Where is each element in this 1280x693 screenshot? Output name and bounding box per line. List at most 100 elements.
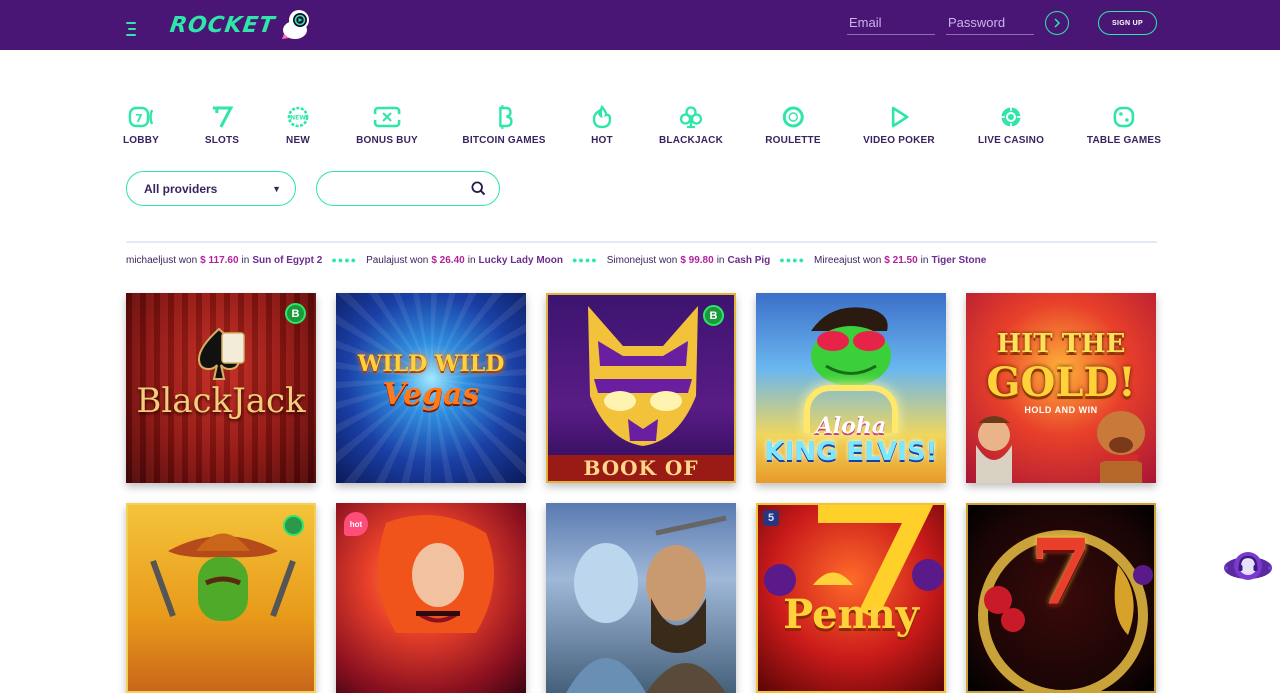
bonus-buy-icon bbox=[372, 106, 402, 128]
ticker-amount: $ 26.40 bbox=[431, 254, 465, 266]
support-chat-icon[interactable] bbox=[1222, 548, 1274, 588]
bitcoin-icon bbox=[498, 105, 513, 129]
ticker-in: in bbox=[716, 254, 725, 266]
password-field[interactable] bbox=[946, 11, 1034, 35]
provider-select[interactable]: All providers ▼ bbox=[126, 171, 296, 206]
game-title-line1: WILD WILD bbox=[357, 351, 505, 377]
game-search bbox=[316, 171, 500, 206]
logo-text: ROCKET bbox=[168, 12, 277, 38]
category-label: NEW bbox=[286, 135, 310, 146]
signup-button[interactable]: SIGN UP bbox=[1098, 11, 1157, 35]
game-tile-cactus-cowboy[interactable] bbox=[126, 503, 316, 693]
category-label: SLOTS bbox=[204, 135, 240, 146]
ticker-text: just won bbox=[160, 254, 198, 266]
ticker-separator: ●●●● bbox=[571, 255, 598, 265]
ticker-user: Mireea bbox=[814, 254, 845, 266]
hamburger-menu-icon[interactable] bbox=[126, 22, 138, 38]
cactus-cowboy-icon bbox=[150, 533, 296, 621]
email-field[interactable] bbox=[847, 11, 935, 35]
winners-ticker: michael just won $ 117.60 in Sun of Egypt… bbox=[126, 253, 986, 267]
game-tile-hit-the-gold[interactable]: HIT THE GOLD! HOLD AND WIN bbox=[966, 293, 1156, 483]
category-label: LOBBY bbox=[123, 135, 159, 146]
search-input[interactable] bbox=[331, 179, 471, 199]
goddess-character-icon bbox=[378, 515, 494, 633]
svg-text:7: 7 bbox=[135, 112, 143, 125]
chevron-right-icon bbox=[1054, 18, 1061, 28]
ticker-in: in bbox=[241, 254, 250, 266]
game-tile-aloha-king-elvis[interactable]: Aloha KING ELVIS! bbox=[756, 293, 946, 483]
game-tile-lucky-seven[interactable]: 7 bbox=[966, 503, 1156, 693]
category-label: ROULETTE bbox=[765, 135, 821, 146]
ticker-user: michael bbox=[126, 254, 161, 266]
game-title: BOOK OF CATS bbox=[548, 455, 734, 481]
chevron-down-icon: ▼ bbox=[272, 183, 281, 194]
ticker-separator: ●●●● bbox=[331, 255, 358, 265]
ticker-amount: $ 117.60 bbox=[200, 254, 239, 266]
category-roulette[interactable]: ROULETTE bbox=[765, 104, 821, 150]
game-title: 7 bbox=[1029, 519, 1093, 625]
game-title: Penny bbox=[783, 591, 919, 638]
miner-character-icon bbox=[976, 416, 1012, 483]
five-badge: 5 bbox=[763, 510, 779, 526]
ticker-game-link[interactable]: Cash Pig bbox=[727, 255, 770, 266]
seven-icon bbox=[213, 106, 234, 128]
play-icon bbox=[891, 106, 909, 128]
category-label: BLACKJACK bbox=[658, 135, 724, 146]
ticker-game-link[interactable]: Sun of Egypt 2 bbox=[252, 255, 322, 266]
warriors-character-icon bbox=[566, 515, 727, 693]
game-tile-fire-goddess[interactable]: hot bbox=[336, 503, 526, 693]
bitcoin-badge-icon bbox=[283, 515, 304, 536]
ticker-game-link[interactable]: Tiger Stone bbox=[931, 255, 986, 266]
category-bonus-buy[interactable]: BONUS BUY bbox=[356, 104, 418, 150]
game-title-line1: HIT THE bbox=[996, 329, 1126, 359]
category-blackjack[interactable]: BLACKJACK bbox=[659, 104, 723, 150]
svg-text:NEW: NEW bbox=[290, 115, 306, 122]
category-bitcoin-games[interactable]: BITCOIN GAMES bbox=[462, 104, 545, 150]
ticker-text: just won bbox=[640, 254, 678, 266]
hot-badge: hot bbox=[344, 512, 368, 536]
rocket-logo[interactable]: ROCKET bbox=[168, 6, 313, 44]
chip-icon bbox=[1001, 107, 1021, 127]
login-button[interactable] bbox=[1045, 11, 1069, 35]
game-title: BlackJack bbox=[136, 381, 306, 421]
ticker-in: in bbox=[467, 254, 476, 266]
ticker-amount: $ 21.50 bbox=[884, 254, 918, 266]
category-label: VIDEO POKER bbox=[863, 135, 935, 146]
game-tile-wild-wild-vegas[interactable]: WILD WILD Vegas bbox=[336, 293, 526, 483]
spade-icon bbox=[197, 327, 245, 380]
game-tile-penny-fruits[interactable]: Penny 5 bbox=[756, 503, 946, 693]
category-video-poker[interactable]: VIDEO POKER bbox=[863, 104, 935, 150]
bitcoin-badge-icon: B bbox=[703, 305, 724, 326]
astronaut-icon bbox=[281, 10, 309, 39]
game-title-line2: Vegas bbox=[382, 377, 480, 412]
ticker-user: Paula bbox=[366, 254, 392, 266]
roulette-icon bbox=[782, 106, 804, 128]
ticker-separator: ●●●● bbox=[779, 255, 806, 265]
ticker-in: in bbox=[920, 254, 929, 266]
lobby-icon: 7 bbox=[128, 106, 154, 128]
category-table-games[interactable]: TABLE GAMES bbox=[1087, 104, 1161, 150]
search-icon[interactable] bbox=[471, 181, 486, 196]
ticker-text: just won bbox=[391, 254, 429, 266]
ticker-user: Simone bbox=[606, 254, 641, 266]
category-new[interactable]: NEW NEW bbox=[284, 104, 312, 150]
bitcoin-badge-icon: B bbox=[285, 303, 306, 324]
ticker-divider bbox=[126, 241, 1157, 243]
ticker-game-link[interactable]: Lucky Lady Moon bbox=[479, 255, 563, 266]
category-label: BONUS BUY bbox=[356, 135, 418, 146]
category-slots[interactable]: SLOTS bbox=[205, 104, 239, 150]
game-title-line2: KING ELVIS! bbox=[764, 437, 938, 467]
game-tile-book-of-cats[interactable]: BOOK OF CATS B bbox=[546, 293, 736, 483]
category-label: LIVE CASINO bbox=[977, 135, 1045, 146]
category-nav: 7 LOBBY SLOTS NEW NEW BONUS BUY BITCOIN … bbox=[0, 104, 1280, 154]
dice-icon bbox=[1113, 106, 1135, 128]
game-tile-warriors[interactable] bbox=[546, 503, 736, 693]
category-lobby[interactable]: 7 LOBBY bbox=[123, 104, 159, 150]
ticker-amount: $ 99.80 bbox=[680, 254, 714, 266]
category-label: HOT bbox=[591, 135, 613, 146]
category-live-casino[interactable]: LIVE CASINO bbox=[978, 104, 1044, 150]
category-hot[interactable]: HOT bbox=[588, 104, 616, 150]
ticker-text: just won bbox=[844, 254, 882, 266]
category-label: BITCOIN GAMES bbox=[462, 135, 546, 146]
game-tile-blackjack[interactable]: BlackJack B bbox=[126, 293, 316, 483]
